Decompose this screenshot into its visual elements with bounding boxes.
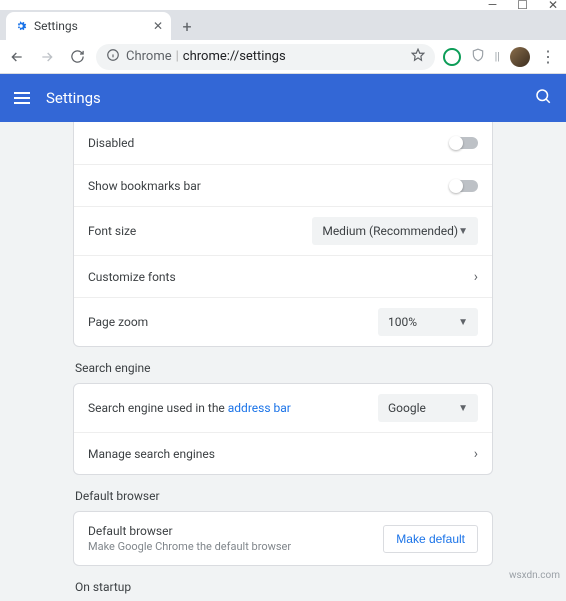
profile-avatar[interactable] — [510, 47, 530, 67]
row-page-zoom[interactable]: Page zoom 100% ▼ — [74, 297, 492, 346]
row-default-browser: Default browser Make Google Chrome the d… — [74, 512, 492, 565]
section-heading-default-browser: Default browser — [75, 489, 493, 503]
toggle-switch[interactable] — [450, 180, 478, 192]
section-heading-on-startup: On startup — [75, 580, 493, 594]
address-bar-link[interactable]: address bar — [228, 401, 291, 415]
chevron-right-icon: › — [474, 269, 478, 285]
toggle-switch[interactable] — [450, 137, 478, 149]
chevron-right-icon: › — [474, 446, 478, 462]
search-icon[interactable] — [534, 87, 552, 109]
new-tab-button[interactable]: + — [175, 14, 199, 38]
chevron-down-icon: ▼ — [458, 403, 468, 414]
appearance-card: Disabled Show bookmarks bar Font size Me… — [73, 122, 493, 347]
hamburger-menu-icon[interactable] — [14, 92, 30, 104]
browser-tab-settings[interactable]: Settings ✕ — [6, 12, 171, 40]
window-minimize-icon[interactable]: — — [488, 0, 497, 12]
watermark: wsxdn.com — [509, 570, 560, 581]
row-customize-fonts[interactable]: Customize fonts › — [74, 255, 492, 297]
settings-header: Settings — [0, 74, 566, 122]
font-size-dropdown[interactable]: Medium (Recommended) ▼ — [312, 217, 478, 245]
shield-icon[interactable] — [471, 47, 485, 67]
sync-pause-icon[interactable]: || — [495, 50, 500, 63]
window-close-icon[interactable]: ✕ — [548, 0, 558, 12]
back-button[interactable] — [6, 46, 28, 68]
row-font-size[interactable]: Font size Medium (Recommended) ▼ — [74, 206, 492, 255]
window-controls: — ☐ ✕ — [0, 0, 566, 10]
kebab-menu-icon[interactable]: ⋮ — [540, 47, 556, 66]
row-bookmarks-bar[interactable]: Show bookmarks bar — [74, 164, 492, 206]
page-zoom-dropdown[interactable]: 100% ▼ — [378, 308, 478, 336]
search-engine-dropdown[interactable]: Google ▼ — [378, 394, 478, 422]
extension-icon[interactable] — [443, 48, 461, 66]
gear-icon — [14, 19, 28, 33]
address-text: Chrome|chrome://settings — [126, 49, 405, 64]
settings-content: Disabled Show bookmarks bar Font size Me… — [0, 122, 566, 601]
row-disabled[interactable]: Disabled — [74, 122, 492, 164]
page-title: Settings — [46, 89, 534, 107]
address-bar[interactable]: Chrome|chrome://settings — [96, 44, 435, 70]
tab-strip: Settings ✕ + — [0, 10, 566, 40]
browser-toolbar: Chrome|chrome://settings || ⋮ — [0, 40, 566, 74]
chevron-down-icon: ▼ — [458, 226, 468, 237]
window-maximize-icon[interactable]: ☐ — [517, 0, 528, 12]
search-engine-card: Search engine used in the address bar Go… — [73, 383, 493, 475]
info-icon — [106, 48, 120, 66]
section-heading-search-engine: Search engine — [75, 361, 493, 375]
make-default-button[interactable]: Make default — [383, 525, 478, 553]
default-browser-card: Default browser Make Google Chrome the d… — [73, 511, 493, 566]
close-icon[interactable]: ✕ — [153, 19, 163, 33]
row-search-engine[interactable]: Search engine used in the address bar Go… — [74, 384, 492, 432]
forward-button[interactable] — [36, 46, 58, 68]
tab-title: Settings — [34, 19, 147, 33]
row-manage-search-engines[interactable]: Manage search engines › — [74, 432, 492, 474]
chevron-down-icon: ▼ — [458, 317, 468, 328]
bookmark-star-icon[interactable] — [411, 48, 425, 66]
reload-button[interactable] — [66, 46, 88, 68]
